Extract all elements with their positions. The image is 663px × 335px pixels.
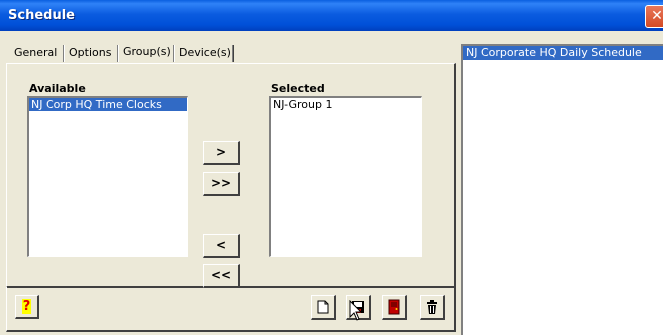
tab-divider-highlight — [64, 45, 65, 62]
exit-door-icon — [388, 299, 400, 315]
add-all-button[interactable]: >> — [203, 172, 240, 196]
schedule-window: Schedule ✕ General Options Group(s) Devi… — [0, 0, 663, 335]
tab-groups[interactable]: Group(s) — [121, 44, 173, 60]
tab-options[interactable]: Options — [67, 45, 113, 61]
trash-icon — [427, 299, 437, 314]
help-icon: ? — [21, 299, 32, 314]
schedule-list[interactable]: NJ Corporate HQ Daily Schedule — [461, 44, 663, 335]
remove-button[interactable]: < — [203, 234, 240, 258]
mouse-cursor-icon — [349, 300, 363, 321]
available-label: Available — [29, 82, 86, 95]
help-button[interactable]: ? — [15, 295, 39, 319]
selected-label: Selected — [271, 82, 325, 95]
bottom-toolbar: ? — [6, 287, 456, 332]
tab-divider-shadow — [233, 45, 234, 62]
selected-list-item[interactable]: NJ-Group 1 — [271, 98, 421, 111]
window-title: Schedule — [8, 8, 75, 23]
tab-general[interactable]: General — [12, 45, 59, 61]
new-document-icon — [317, 300, 329, 314]
available-list[interactable]: NJ Corp HQ Time Clocks — [27, 96, 188, 257]
delete-button[interactable] — [420, 295, 445, 320]
schedule-list-item[interactable]: NJ Corporate HQ Daily Schedule — [463, 46, 663, 60]
title-bar[interactable]: Schedule ✕ — [0, 0, 663, 31]
remove-all-button[interactable]: << — [203, 264, 240, 288]
add-button[interactable]: > — [203, 141, 240, 165]
tab-divider-highlight — [174, 45, 175, 62]
exit-button[interactable] — [382, 295, 407, 320]
close-button[interactable]: ✕ — [645, 5, 663, 28]
tab-divider-highlight — [118, 45, 119, 62]
tab-devices[interactable]: Device(s) — [177, 45, 233, 61]
new-button[interactable] — [311, 295, 336, 320]
groups-tab-page: Available NJ Corp HQ Time Clocks > >> < … — [6, 63, 456, 288]
selected-list[interactable]: NJ-Group 1 — [269, 96, 422, 257]
schedule-editor-panel: General Options Group(s) Device(s) Avail… — [6, 36, 458, 332]
available-list-item[interactable]: NJ Corp HQ Time Clocks — [29, 98, 187, 111]
